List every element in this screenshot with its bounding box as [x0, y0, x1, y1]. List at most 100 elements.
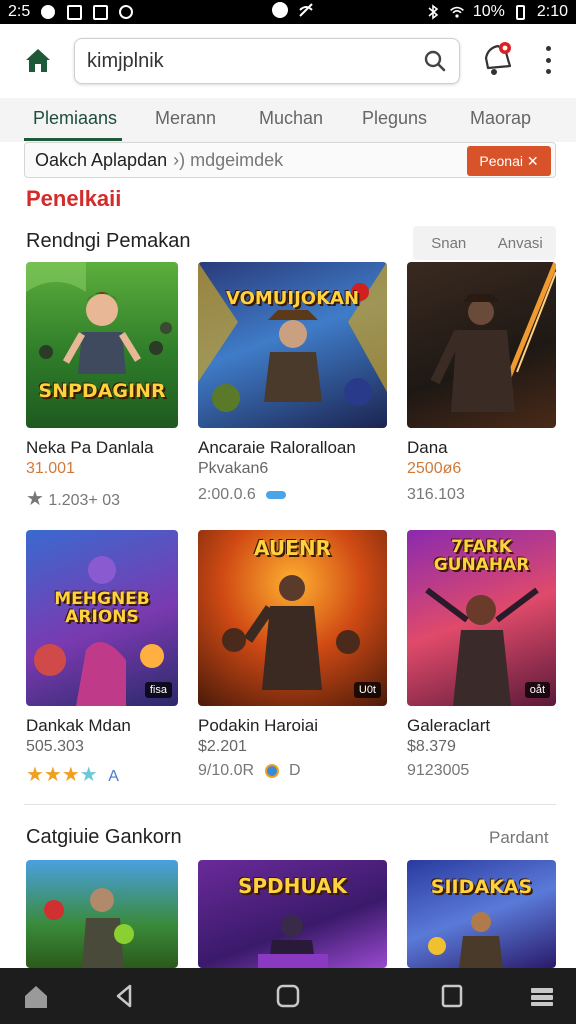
game-thumbnail: AUENR U0t	[198, 530, 387, 706]
game-thumbnail-title: VOMUIJOKAN	[225, 288, 360, 309]
rating-count: A	[108, 768, 119, 785]
home-circle-icon[interactable]	[274, 982, 302, 1010]
game-card[interactable]: VOMUIJOKAN Ancaraie Raloralloan Pkvakan6…	[198, 262, 387, 503]
status-bar: 2:5 10% 2:10	[0, 0, 576, 24]
rating-count: 1.203+ 03	[48, 492, 121, 509]
category-tabs: Plemiaans Merann Muchan Pleguns Maorap	[0, 98, 576, 142]
section-heading: Penelkaii	[26, 186, 122, 211]
game-thumbnail-title: MEHGNEB ARIONS	[54, 589, 150, 627]
game-rating: 2:00.0.6	[198, 486, 287, 504]
game-thumbnail-title: AUENR	[254, 536, 331, 560]
tab-merann[interactable]: Merann	[155, 108, 216, 129]
sort-toggle: Snan Anvasi	[413, 226, 556, 260]
search-input[interactable]	[87, 49, 423, 73]
sort-option-snan[interactable]: Snan	[413, 235, 485, 252]
more-dot-icon	[545, 57, 551, 63]
game-developer: Pkvakan6	[198, 460, 269, 477]
section-divider	[24, 804, 556, 805]
game-badge: fisa	[144, 682, 172, 698]
category-thumbnail[interactable]	[26, 860, 178, 968]
game-name: Dana	[407, 438, 448, 457]
search-icon[interactable]	[423, 49, 447, 73]
game-rating: 9/10.0R D	[198, 762, 301, 780]
game-thumbnail: 7FARK GUNAHAR oåt	[407, 530, 556, 706]
status-time: 2:5	[8, 3, 31, 20]
game-name: Podakin Haroiai	[198, 716, 319, 735]
hero-art-icon	[198, 262, 387, 412]
promo-hint: ›) mdgeimdek	[173, 149, 284, 170]
game-price: $2.201	[198, 738, 247, 755]
status-clock: 2:10	[536, 3, 568, 20]
game-thumbnail-title: 7FARK GUNAHAR	[433, 537, 530, 575]
game-card[interactable]: 7FARK GUNAHAR oåt Galeraclart $8.379 912…	[407, 530, 556, 779]
game-price: 2500ø6	[407, 460, 462, 477]
battery-icon	[513, 4, 529, 20]
game-card[interactable]: AUENR U0t Podakin Haroiai $2.201 9/10.0R…	[198, 530, 387, 779]
rating-count: 2:00.0.6	[198, 486, 256, 503]
wifi-icon	[449, 4, 465, 20]
sort-option-anvasi[interactable]: Anvasi	[485, 235, 557, 252]
progress-pill-icon	[266, 490, 287, 499]
categories-see-all-link[interactable]: Pardant	[489, 828, 549, 848]
game-card[interactable]: SNPDAGINR Neka Pa Danlala 31.001 ★ 1.203…	[26, 262, 178, 510]
notifications-button[interactable]	[480, 38, 516, 78]
home-icon	[26, 49, 50, 72]
hero-art-icon	[26, 262, 172, 374]
game-card[interactable]: Dana 2500ø6 316.103	[407, 262, 556, 503]
category-thumbnail[interactable]: SPDHUAK	[198, 860, 387, 968]
game-price: 505.303	[26, 738, 84, 755]
message-icon	[66, 4, 82, 20]
hero-art-icon	[428, 912, 503, 968]
notification-icon	[40, 4, 56, 20]
gallery-icon	[92, 4, 108, 20]
tabs-stack-icon[interactable]	[528, 982, 556, 1010]
promo-text: Oakch Aplapdan	[35, 149, 168, 170]
game-rating: ★ 1.203+ 03	[26, 486, 120, 511]
hero-art-icon	[430, 262, 556, 412]
home-nav-icon[interactable]	[22, 982, 50, 1010]
promo-dismiss-button[interactable]: Peonai ✕	[467, 146, 551, 176]
game-rating: ★★★★ A	[26, 762, 119, 787]
hero-art-icon	[44, 888, 134, 968]
game-price: 31.001	[26, 460, 75, 477]
hero-art-icon	[258, 915, 328, 968]
top-bar	[0, 24, 576, 98]
categories-title: Catgiuie Gankorn	[26, 826, 182, 848]
system-nav-bar	[0, 968, 576, 1024]
settings-icon	[118, 4, 134, 20]
tab-pleguns[interactable]: Pleguns	[362, 108, 427, 129]
promo-banner[interactable]: Oakch Aplapdan ›) mdgeimdek Peonai ✕	[24, 142, 556, 178]
no-signal-icon	[298, 2, 314, 18]
star-icon: ★	[26, 488, 44, 510]
globe-icon	[264, 763, 279, 778]
game-name: Dankak Mdan	[26, 716, 131, 735]
more-dot-icon	[545, 69, 551, 74]
game-thumbnail: VOMUIJOKAN	[198, 262, 387, 428]
sync-icon	[272, 2, 288, 18]
game-card[interactable]: MEHGNEB ARIONS fisa Dankak Mdan 505.303 …	[26, 530, 178, 786]
game-name: Neka Pa Danlala	[26, 438, 154, 457]
back-icon[interactable]	[110, 982, 138, 1010]
rating-count: 9/10.0R	[198, 762, 255, 779]
home-button[interactable]	[22, 44, 54, 76]
game-badge: oåt	[524, 682, 550, 698]
recents-icon[interactable]	[438, 982, 466, 1010]
tab-maorap[interactable]: Maorap	[470, 108, 531, 129]
recommended-title: Rendngi Pemakan	[26, 230, 191, 252]
tab-muchan[interactable]: Muchan	[259, 108, 323, 129]
tab-plemiaans[interactable]: Plemiaans	[33, 108, 117, 129]
game-name: Ancaraie Raloralloan	[198, 438, 356, 457]
bell-icon	[484, 42, 512, 75]
game-thumbnail	[407, 262, 556, 428]
battery-percent: 10%	[472, 3, 505, 20]
game-thumbnail: SNPDAGINR	[26, 262, 178, 428]
rating-count: 9123005	[407, 762, 470, 779]
overflow-menu-button[interactable]	[536, 46, 560, 74]
more-dot-icon	[545, 46, 551, 51]
game-name: Galeraclart	[407, 716, 491, 735]
game-price: $8.379	[407, 738, 456, 755]
search-box[interactable]	[74, 38, 460, 84]
star-half-icon: ★	[79, 764, 98, 786]
category-thumbnail[interactable]: SIIDAKAS	[407, 860, 556, 968]
game-badge: U0t	[353, 682, 381, 698]
